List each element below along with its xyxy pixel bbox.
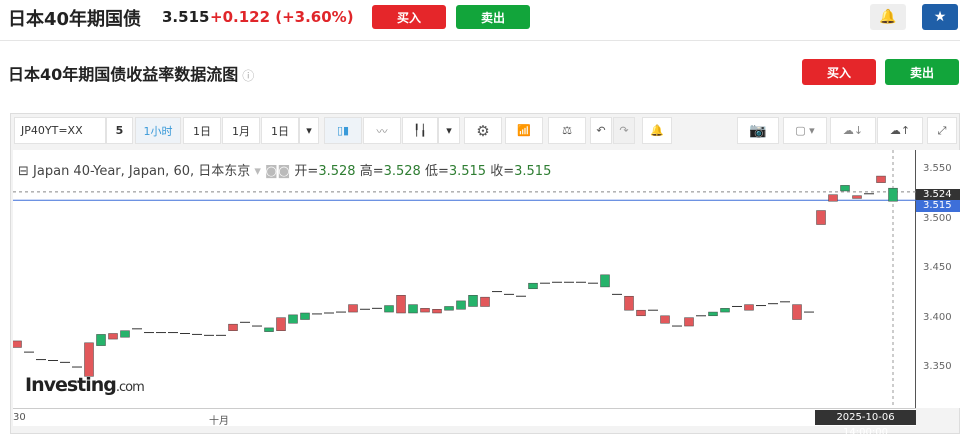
chart-title: 日本40年期国债收益率数据流图 ⓘ [8, 61, 254, 85]
series-name: Japan 40-Year, Japan, 60, 日本东京 [33, 164, 251, 179]
low-label: 低= [424, 164, 449, 179]
candle [636, 309, 646, 317]
redo-icon[interactable]: ↷ [613, 117, 635, 144]
instrument-title: 日本40年期国债 [8, 9, 142, 30]
close-label: 收= [490, 164, 515, 179]
candle [720, 308, 730, 313]
settings-gear-icon[interactable]: ⚙ [464, 117, 502, 144]
candle [288, 314, 298, 324]
sell-button-2[interactable]: 卖出 [885, 59, 959, 85]
undo-icon[interactable]: ↶ [590, 117, 612, 144]
divider [0, 40, 960, 41]
open-label: 开= [294, 164, 319, 179]
interval-1h[interactable]: 1小时 [135, 117, 181, 144]
y-tick: 3.450 [923, 262, 952, 273]
candle [300, 312, 310, 320]
y-tick: 3.550 [923, 163, 952, 174]
alert-bell-icon[interactable]: 🔔 [642, 117, 672, 144]
chart-title-text: 日本40年期国债收益率数据流图 [8, 65, 239, 84]
candlestick-chart[interactable] [12, 150, 916, 408]
camera-icon[interactable]: 📷 [737, 117, 779, 144]
candle [84, 342, 94, 377]
symbol-input[interactable]: JP40YT=XX [14, 117, 106, 144]
candle [456, 300, 466, 310]
info-icon[interactable]: ⓘ [242, 69, 254, 83]
candle [684, 317, 694, 327]
candle [12, 340, 22, 348]
candles-icon[interactable]: ▯▮ [324, 117, 362, 144]
interval-number[interactable]: 5 [106, 117, 133, 144]
color-picker[interactable]: ▢ ▾ [783, 117, 827, 144]
high-label: 高= [359, 164, 384, 179]
line-chart-icon[interactable]: 〰 [363, 117, 401, 144]
candle [120, 330, 130, 338]
chart-type-dropdown[interactable]: ▾ [438, 117, 460, 144]
candle [444, 306, 454, 311]
candle [888, 187, 898, 202]
price-change: +0.122 (+3.60%) [210, 8, 354, 26]
close-value: 3.515 [514, 164, 552, 179]
candle [744, 304, 754, 311]
candle [396, 295, 406, 314]
watchlist-button[interactable]: ★ [922, 4, 958, 30]
candle [264, 327, 274, 332]
time-axis[interactable]: 30 十月 [13, 408, 916, 427]
candle [624, 295, 634, 311]
x-tick: 十月 [209, 416, 229, 427]
candle [600, 274, 610, 288]
candle [828, 194, 838, 202]
investing-logo: Investing.com [25, 374, 145, 396]
candle [276, 317, 286, 331]
candle [708, 311, 718, 317]
interval-1d-2[interactable]: 1日 [261, 117, 299, 144]
indicators-icon[interactable]: 📶 [505, 117, 543, 144]
candle [384, 305, 394, 313]
x-tick: 30 [13, 412, 26, 423]
candle [852, 195, 862, 199]
candle [468, 295, 478, 307]
candle [792, 304, 802, 320]
candle [876, 175, 886, 183]
high-value: 3.528 [383, 164, 421, 179]
interval-1m[interactable]: 1月 [222, 117, 260, 144]
candle [420, 308, 430, 313]
candle [348, 304, 358, 313]
last-price: 3.515 [162, 8, 210, 26]
crosshair-time-label: 2025-10-06 14:00:00 [815, 410, 916, 438]
sell-button[interactable]: 卖出 [456, 5, 530, 29]
y-tick: 3.400 [923, 312, 952, 323]
candle [432, 309, 442, 314]
star-icon: ★ [933, 9, 947, 25]
buy-button-2[interactable]: 买入 [802, 59, 876, 85]
interval-1d[interactable]: 1日 [183, 117, 221, 144]
collapse-icon[interactable]: ⊟ [18, 164, 29, 179]
cloud-upload-icon[interactable]: ☁↑ [877, 117, 923, 144]
buy-button[interactable]: 买入 [372, 5, 446, 29]
visibility-icon[interactable]: ▾ ◙◙ [254, 164, 290, 179]
low-value: 3.515 [448, 164, 487, 179]
bell-plus-icon: 🔔 [879, 9, 897, 25]
candle [228, 323, 238, 331]
chart-plot-area[interactable] [12, 150, 916, 408]
open-value: 3.528 [318, 164, 356, 179]
candle [660, 315, 670, 324]
cloud-download-icon[interactable]: ☁↓ [830, 117, 876, 144]
candle [480, 296, 490, 307]
current-price-label: 3.515 [916, 200, 960, 212]
fullscreen-icon[interactable]: ⤢ [927, 117, 957, 144]
y-tick: 3.500 [923, 213, 952, 224]
candle [108, 333, 118, 340]
candle [408, 304, 418, 314]
compare-scale-icon[interactable]: ⚖ [548, 117, 586, 144]
candle [816, 210, 826, 225]
candle [840, 185, 850, 192]
y-tick: 3.350 [923, 361, 952, 372]
bars-icon[interactable]: ╿╽ [402, 117, 438, 144]
candle [96, 334, 106, 346]
interval-dropdown[interactable]: ▾ [299, 117, 319, 144]
chart-legend: ⊟ Japan 40-Year, Japan, 60, 日本东京 ▾ ◙◙ 开=… [18, 160, 551, 179]
add-alert-button[interactable]: 🔔 [870, 4, 906, 30]
candle [528, 282, 538, 290]
